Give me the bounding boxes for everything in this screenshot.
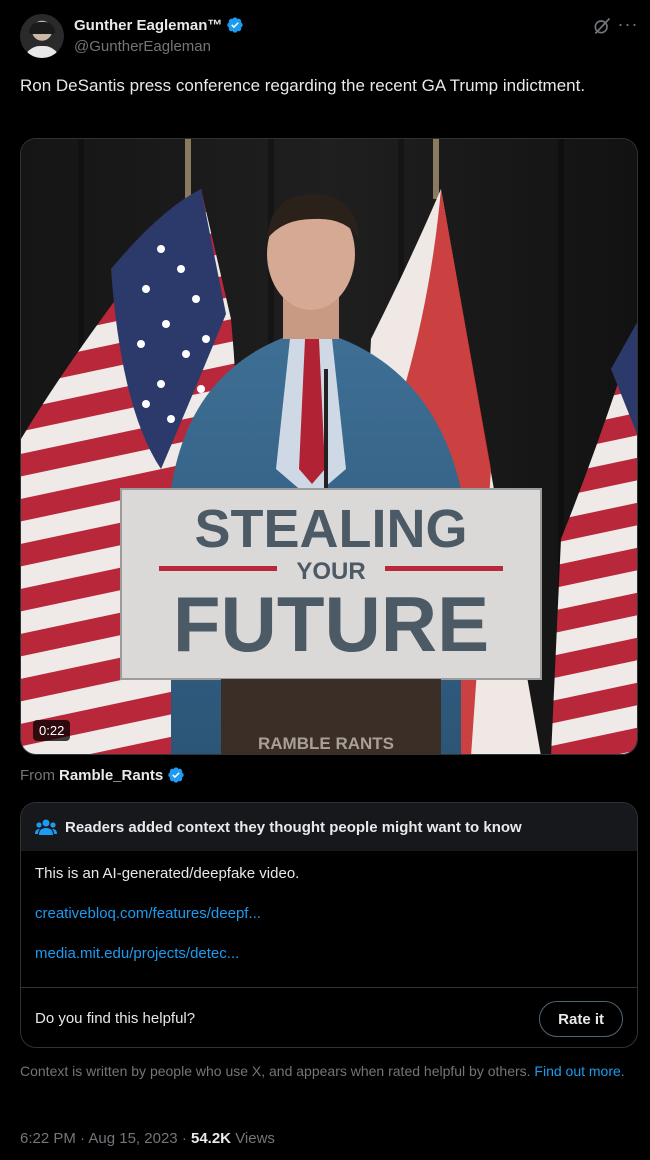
divider <box>21 987 637 988</box>
community-notes-icon <box>35 819 57 835</box>
podium-line3: FUTURE <box>173 580 489 668</box>
verified-badge-icon <box>168 767 184 783</box>
podium-line1: STEALING <box>194 499 467 559</box>
watermark: RAMBLE RANTS <box>258 734 394 753</box>
author-handle[interactable]: @GuntherEagleman <box>74 38 211 55</box>
tweet-time[interactable]: 6:22 PM <box>20 1130 76 1147</box>
grok-icon[interactable] <box>592 16 612 36</box>
meta-separator: · <box>181 1130 187 1147</box>
source-name[interactable]: Ramble_Rants <box>59 767 163 784</box>
rate-it-button[interactable]: Rate it <box>539 1001 623 1037</box>
more-icon[interactable]: ··· <box>616 14 640 38</box>
context-info-text: Context is written by people who use X, … <box>20 1063 531 1079</box>
source-label: From <box>20 766 55 784</box>
video-player[interactable]: STEALING YOUR FUTURE RAMBLE RANTS 0:22 <box>20 138 638 755</box>
community-note-link[interactable]: creativebloq.com/features/deepf... <box>35 905 623 922</box>
verified-badge-icon[interactable] <box>226 16 244 34</box>
community-note: Readers added context they thought peopl… <box>20 802 638 1048</box>
source-attribution: From Ramble_Rants <box>20 766 185 784</box>
author-name-row: Gunther Eagleman™ <box>74 16 244 34</box>
find-out-more-link[interactable]: Find out more. <box>534 1063 624 1079</box>
community-note-link[interactable]: media.mit.edu/projects/detec... <box>35 945 623 962</box>
video-frame: STEALING YOUR FUTURE RAMBLE RANTS <box>21 139 637 754</box>
tweet-meta: 6:22 PM · Aug 15, 2023 · 54.2K Views <box>20 1130 275 1147</box>
tweet-text: Ron DeSantis press conference regarding … <box>20 76 586 95</box>
context-info: Context is written by people who use X, … <box>20 1062 625 1081</box>
video-duration: 0:22 <box>33 720 71 741</box>
community-note-header: Readers added context they thought peopl… <box>21 803 637 851</box>
helpful-prompt: Do you find this helpful? <box>35 1010 196 1027</box>
views-label: Views <box>235 1130 275 1147</box>
avatar[interactable] <box>20 14 64 58</box>
community-note-text: This is an AI-generated/deepfake video. <box>35 865 300 882</box>
views-count: 54.2K <box>190 1130 232 1147</box>
tweet-date[interactable]: Aug 15, 2023 <box>88 1130 177 1147</box>
author-name[interactable]: Gunther Eagleman™ <box>74 17 222 34</box>
tweet-header: Gunther Eagleman™ @GuntherEagleman ··· <box>20 12 640 62</box>
community-note-title: Readers added context they thought peopl… <box>65 818 522 836</box>
meta-separator: · <box>80 1130 86 1147</box>
